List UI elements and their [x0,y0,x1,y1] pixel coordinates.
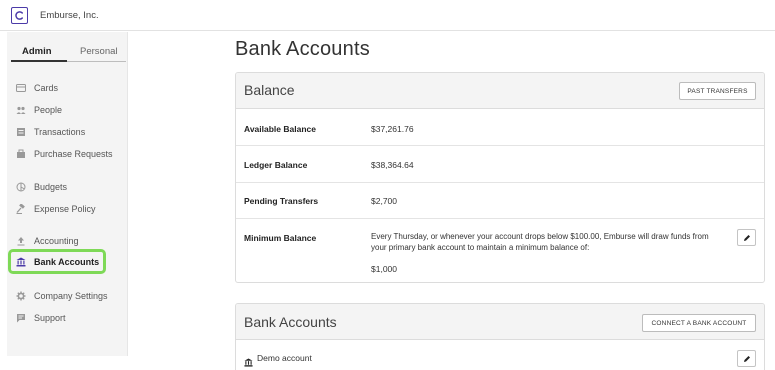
sidebar-item-company-settings[interactable]: Company Settings [7,287,128,305]
cart-icon [16,149,26,159]
tab-active-indicator [11,60,67,62]
chat-icon [16,313,26,323]
sidebar: Admin Personal Cards People Transactions… [7,32,128,356]
top-bar: Emburse, Inc. [0,0,775,31]
sidebar-item-label: Purchase Requests [34,149,113,159]
active-item-highlight [8,249,106,274]
sidebar-item-budgets[interactable]: Budgets [7,178,128,196]
sidebar-item-label: Company Settings [34,291,108,301]
bank-icon [244,354,253,367]
sidebar-item-label: Support [34,313,66,323]
pencil-icon [743,355,750,362]
emburse-logo-icon[interactable] [11,7,28,24]
people-icon [16,105,26,115]
bank-accounts-card: Bank Accounts CONNECT A BANK ACCOUNT Dem… [235,303,765,370]
sidebar-item-label: Cards [34,83,59,93]
sidebar-item-label: Budgets [34,182,68,192]
sidebar-item-label: Transactions [34,127,86,137]
sidebar-item-support[interactable]: Support [7,309,128,327]
tab-personal[interactable]: Personal [80,46,118,57]
bank-accounts-card-title: Bank Accounts [244,314,337,330]
sidebar-item-label: Expense Policy [34,204,96,214]
sidebar-item-expense-policy[interactable]: Expense Policy [7,200,128,218]
sidebar-item-label: Accounting [34,236,79,246]
bank-accounts-card-header: Bank Accounts CONNECT A BANK ACCOUNT [236,304,764,340]
bank-account-name: Demo account [257,353,312,363]
row-value: $38,364.64 [371,160,414,170]
row-label: Pending Transfers [244,196,319,206]
sidebar-item-people[interactable]: People [7,101,128,119]
minimum-balance-row: Minimum Balance Every Thursday, or whene… [236,219,764,282]
row-value: $2,700 [371,196,397,206]
sidebar-item-transactions[interactable]: Transactions [7,123,128,141]
edit-bank-account-button[interactable] [737,350,756,367]
balance-card-header: Balance PAST TRANSFERS [236,73,764,109]
sidebar-item-accounting[interactable]: Accounting [7,232,128,250]
sidebar-item-cards[interactable]: Cards [7,79,128,97]
row-label: Minimum Balance [244,233,317,243]
connect-bank-account-button[interactable]: CONNECT A BANK ACCOUNT [642,314,756,332]
pencil-icon [743,234,750,241]
pending-transfers-row: Pending Transfers $2,700 [236,183,764,219]
gavel-icon [16,204,26,214]
page-title: Bank Accounts [235,38,370,60]
list-icon [16,127,26,137]
balance-card-title: Balance [244,82,295,98]
company-name: Emburse, Inc. [40,10,99,21]
pie-icon [16,182,26,192]
minimum-balance-description: Every Thursday, or whenever your account… [371,232,709,252]
past-transfers-button[interactable]: PAST TRANSFERS [679,82,756,100]
bank-account-row[interactable]: Demo account [236,341,764,370]
sidebar-item-purchase-requests[interactable]: Purchase Requests [7,145,128,163]
row-value: $37,261.76 [371,124,414,134]
row-label: Ledger Balance [244,160,308,170]
row-label: Available Balance [244,124,316,134]
gear-icon [16,291,26,301]
tab-admin[interactable]: Admin [22,46,52,57]
card-icon [16,83,26,93]
ledger-balance-row: Ledger Balance $38,364.64 [236,146,764,183]
available-balance-row: Available Balance $37,261.76 [236,110,764,146]
upload-icon [16,236,26,246]
sidebar-tabs: Admin Personal [7,32,128,64]
balance-card: Balance PAST TRANSFERS Available Balance… [235,72,765,283]
minimum-balance-value: $1,000 [371,264,397,274]
sidebar-item-label: People [34,105,63,115]
edit-minimum-balance-button[interactable] [737,229,756,246]
